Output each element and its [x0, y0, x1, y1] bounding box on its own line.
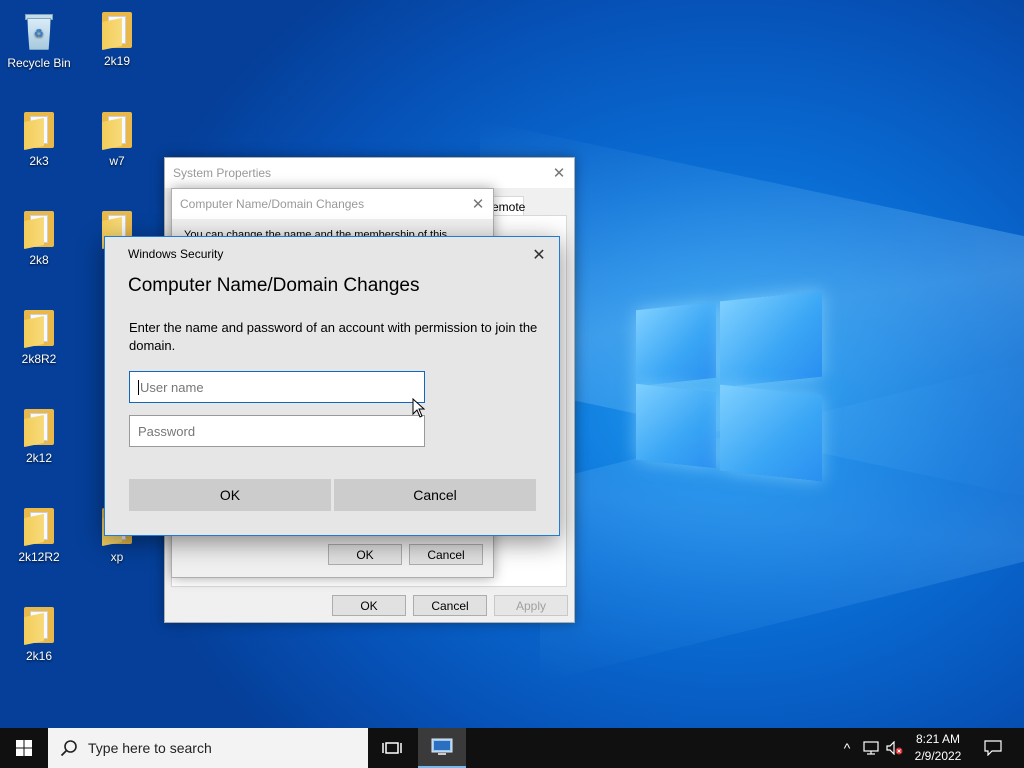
- desktop-icon-2k3[interactable]: 2k3: [3, 110, 75, 168]
- notification-icon: [984, 740, 1002, 756]
- username-input[interactable]: User name: [129, 371, 425, 403]
- folder-icon: [22, 308, 56, 349]
- window-title: System Properties: [173, 166, 272, 180]
- search-icon: [60, 740, 77, 757]
- windows-logo-wallpaper: [636, 290, 822, 482]
- desktop-icon-2k8r2[interactable]: 2k8R2: [3, 308, 75, 366]
- start-button[interactable]: [0, 728, 48, 768]
- apply-button[interactable]: Apply: [494, 595, 568, 616]
- clock-time: 8:21 AM: [915, 732, 961, 746]
- close-icon[interactable]: ✕: [525, 241, 553, 269]
- taskbar: Type here to search ^ 8:21 AM 2/9/2022: [0, 728, 1024, 768]
- desktop-icon-2k19[interactable]: 2k19: [81, 10, 153, 68]
- taskbar-clock[interactable]: 8:21 AM 2/9/2022: [906, 731, 970, 765]
- text-caret: [138, 379, 139, 395]
- recycle-bin-icon: ♻: [21, 10, 57, 52]
- desktop-icon-label: 2k8: [29, 253, 49, 267]
- clock-date: 2/9/2022: [914, 749, 962, 763]
- username-placeholder: User name: [140, 379, 204, 395]
- dialog-title: Windows Security: [128, 247, 224, 261]
- dialog-heading: Computer Name/Domain Changes: [128, 275, 420, 296]
- desktop-icon-label: 2k16: [25, 649, 53, 663]
- ok-button[interactable]: OK: [129, 479, 331, 511]
- password-placeholder: Password: [138, 423, 196, 439]
- desktop-icon-label: Recycle Bin: [7, 56, 71, 70]
- folder-icon: [22, 209, 56, 250]
- ok-button[interactable]: OK: [332, 595, 406, 616]
- desktop-icon-2k12r2[interactable]: 2k12R2: [3, 506, 75, 564]
- folder-icon: [22, 407, 56, 448]
- folder-icon: [22, 110, 56, 151]
- desktop-icon-label: 2k12R2: [18, 550, 60, 564]
- windows-start-icon: [16, 740, 32, 756]
- mouse-cursor-icon: [412, 398, 426, 418]
- folder-icon: [100, 10, 134, 51]
- close-icon[interactable]: ✕: [544, 158, 574, 188]
- network-icon[interactable]: [860, 728, 882, 768]
- action-center-button[interactable]: [978, 728, 1008, 768]
- desktop-icon-label: w7: [109, 154, 125, 168]
- computer-name-changes-titlebar[interactable]: Computer Name/Domain Changes ✕: [172, 189, 493, 219]
- tab-remote[interactable]: emote: [491, 196, 526, 216]
- chevron-up-icon[interactable]: ^: [838, 728, 856, 768]
- computer-icon: [431, 738, 453, 755]
- ok-button[interactable]: OK: [328, 544, 402, 565]
- desktop-icon-2k16[interactable]: 2k16: [3, 605, 75, 663]
- folder-icon: [22, 506, 56, 547]
- desktop-icon-label: xp: [110, 550, 124, 564]
- search-placeholder: Type here to search: [88, 740, 212, 756]
- window-title: Computer Name/Domain Changes: [180, 197, 365, 211]
- taskbar-search-box[interactable]: Type here to search: [48, 728, 368, 768]
- password-input[interactable]: Password: [129, 415, 425, 447]
- dialog-description: Enter the name and password of an accoun…: [129, 320, 538, 353]
- system-properties-titlebar[interactable]: System Properties ✕: [165, 158, 574, 188]
- desktop-icon-label: 2k8R2: [21, 352, 57, 366]
- desktop-icon-label: 2k19: [103, 54, 131, 68]
- desktop-icon-2k8[interactable]: 2k8: [3, 209, 75, 267]
- task-view-button[interactable]: [370, 728, 414, 768]
- desktop-icon-label: 2k12: [25, 451, 53, 465]
- desktop-icon-recycle-bin[interactable]: ♻ Recycle Bin: [3, 10, 75, 70]
- close-icon[interactable]: ✕: [463, 189, 493, 219]
- desktop-icon-label: 2k3: [29, 154, 49, 168]
- folder-icon: [22, 605, 56, 646]
- desktop-icon-w7[interactable]: w7: [81, 110, 153, 168]
- volume-muted-icon[interactable]: [884, 728, 906, 768]
- folder-icon: [100, 110, 134, 151]
- tab-label: emote: [492, 199, 526, 214]
- taskbar-app-system-properties[interactable]: [418, 728, 466, 768]
- desktop-icon-2k12[interactable]: 2k12: [3, 407, 75, 465]
- cancel-button[interactable]: Cancel: [334, 479, 536, 511]
- cancel-button[interactable]: Cancel: [413, 595, 487, 616]
- cancel-button[interactable]: Cancel: [409, 544, 483, 565]
- windows-security-dialog: Windows Security ✕ Computer Name/Domain …: [104, 236, 560, 536]
- task-view-icon: [382, 742, 402, 754]
